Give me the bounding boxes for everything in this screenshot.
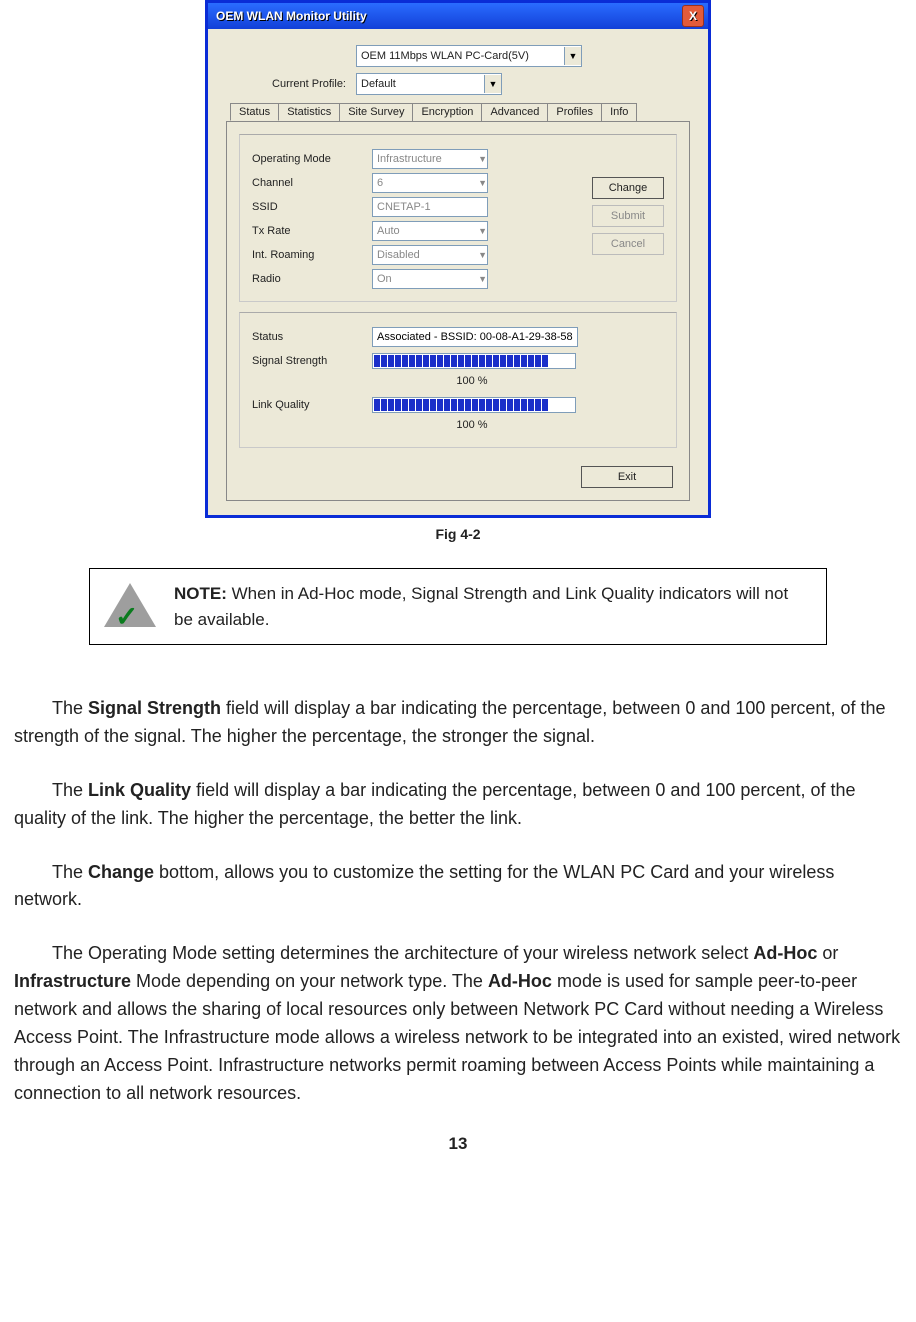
signal-strength-bar — [372, 353, 576, 369]
chevron-down-icon: ▼ — [478, 225, 487, 237]
tab-site-survey[interactable]: Site Survey — [339, 103, 413, 121]
profile-select[interactable]: Default ▼ — [356, 73, 502, 95]
signal-strength-label: Signal Strength — [252, 355, 372, 367]
link-quality-percent: 100 % — [372, 419, 572, 431]
operating-mode-label: Operating Mode — [252, 153, 372, 165]
check-icon: ✓ — [115, 596, 138, 638]
change-button[interactable]: Change — [592, 177, 664, 199]
tab-encryption[interactable]: Encryption — [412, 103, 482, 121]
roaming-label: Int. Roaming — [252, 249, 372, 261]
profile-label: Current Profile: — [226, 78, 356, 90]
note-text: NOTE: When in Ad-Hoc mode, Signal Streng… — [174, 581, 804, 632]
para-operating-mode: The Operating Mode setting determines th… — [14, 940, 902, 1107]
cancel-button: Cancel — [592, 233, 664, 255]
chevron-down-icon: ▼ — [478, 177, 487, 189]
note-triangle-icon: ✓ — [104, 583, 156, 627]
chevron-down-icon: ▼ — [484, 75, 501, 93]
window-title: OEM WLAN Monitor Utility — [216, 9, 367, 23]
tab-profiles[interactable]: Profiles — [547, 103, 602, 121]
chevron-down-icon: ▼ — [478, 249, 487, 261]
ssid-label: SSID — [252, 201, 372, 213]
status-field: Associated - BSSID: 00-08-A1-29-38-58 — [372, 327, 578, 347]
radio-label: Radio — [252, 273, 372, 285]
note-box: ✓ NOTE: When in Ad-Hoc mode, Signal Stre… — [89, 568, 827, 645]
channel-label: Channel — [252, 177, 372, 189]
status-label: Status — [252, 331, 372, 343]
card-select[interactable]: OEM 11Mbps WLAN PC-Card(5V) ▼ — [356, 45, 582, 67]
roaming-field: Disabled ▼ — [372, 245, 488, 265]
figure-caption: Fig 4-2 — [8, 526, 908, 542]
signal-strength-percent: 100 % — [372, 375, 572, 387]
exit-button[interactable]: Exit — [581, 466, 673, 488]
channel-field: 6 ▼ — [372, 173, 488, 193]
radio-field: On ▼ — [372, 269, 488, 289]
para-link-quality: The Link Quality field will display a ba… — [14, 777, 902, 833]
close-icon: X — [689, 9, 697, 23]
wlan-dialog: OEM WLAN Monitor Utility X OEM 11Mbps WL… — [205, 0, 711, 518]
txrate-field: Auto ▼ — [372, 221, 488, 241]
titlebar: OEM WLAN Monitor Utility X — [208, 3, 708, 29]
tab-statistics[interactable]: Statistics — [278, 103, 340, 121]
chevron-down-icon: ▼ — [564, 47, 581, 65]
page-number: 13 — [8, 1134, 908, 1154]
close-button[interactable]: X — [682, 5, 704, 27]
para-change: The Change bottom, allows you to customi… — [14, 859, 902, 915]
submit-button: Submit — [592, 205, 664, 227]
profile-select-value: Default — [361, 78, 396, 90]
link-quality-bar — [372, 397, 576, 413]
tab-status[interactable]: Status — [230, 103, 279, 121]
para-signal-strength: The Signal Strength field will display a… — [14, 695, 902, 751]
link-quality-label: Link Quality — [252, 399, 372, 411]
chevron-down-icon: ▼ — [478, 153, 487, 165]
card-select-value: OEM 11Mbps WLAN PC-Card(5V) — [361, 50, 529, 62]
txrate-label: Tx Rate — [252, 225, 372, 237]
tab-advanced[interactable]: Advanced — [481, 103, 548, 121]
tabstrip: Status Statistics Site Survey Encryption… — [226, 103, 690, 121]
tab-info[interactable]: Info — [601, 103, 637, 121]
operating-mode-field: Infrastructure ▼ — [372, 149, 488, 169]
ssid-field: CNETAP-1 — [372, 197, 488, 217]
chevron-down-icon: ▼ — [478, 273, 487, 285]
